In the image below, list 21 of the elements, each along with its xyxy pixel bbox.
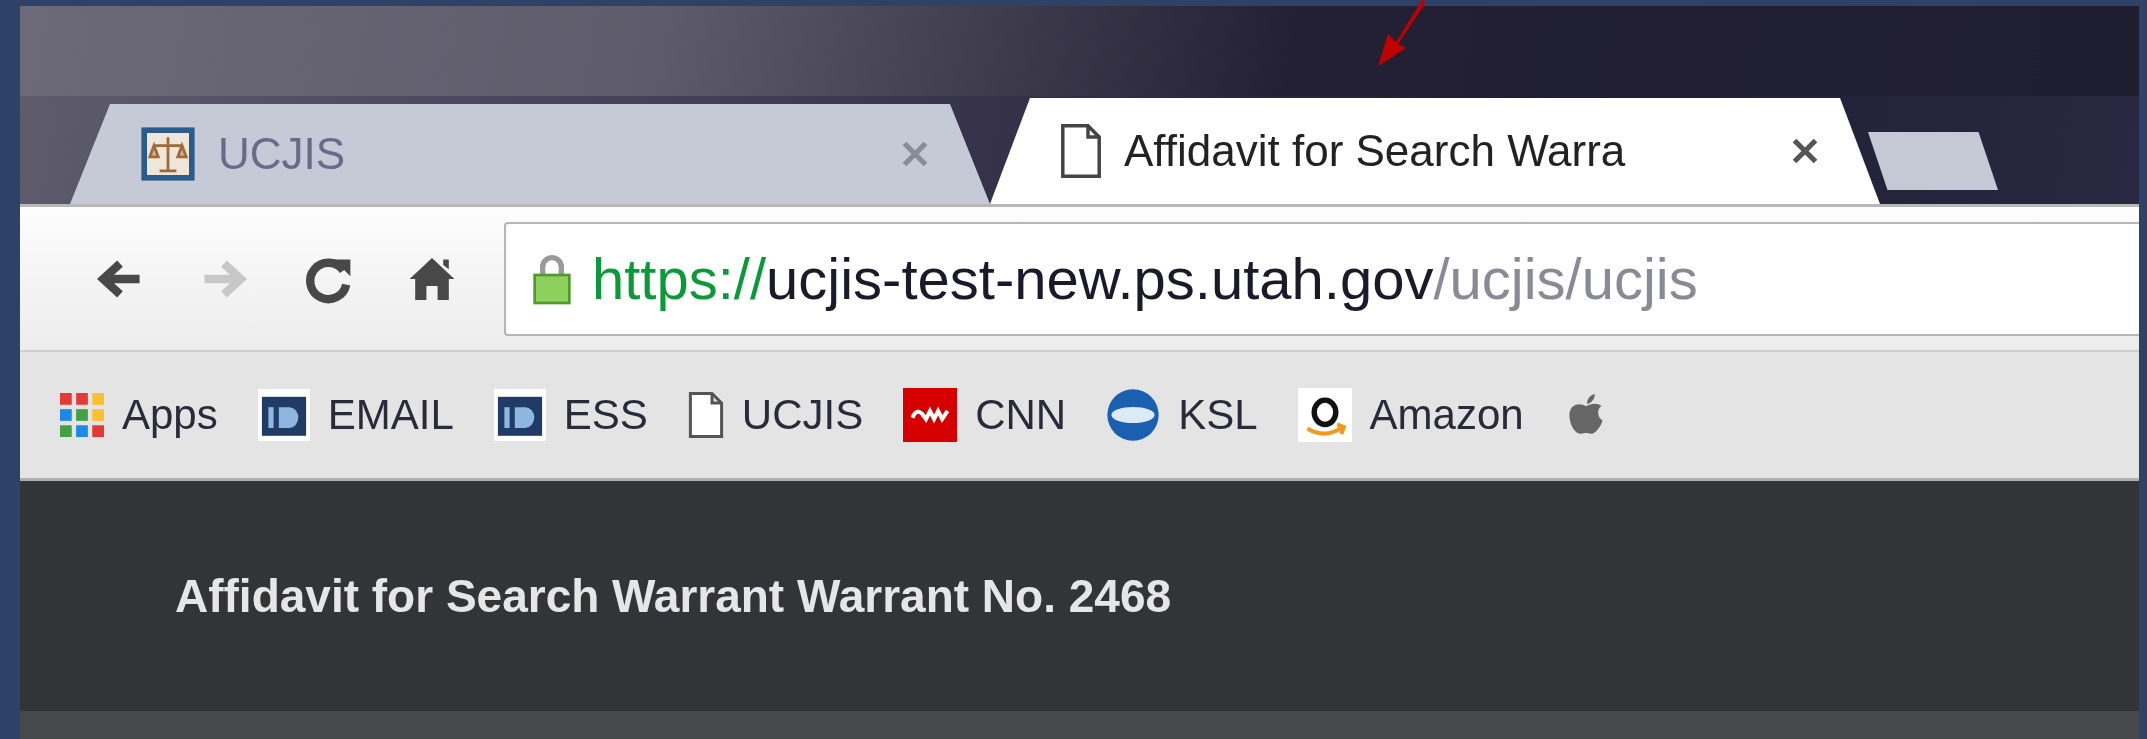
bookmark[interactable]: ESS — [493, 389, 648, 441]
id-card-icon — [257, 389, 310, 441]
news-logo-icon — [903, 388, 958, 442]
new-tab-button[interactable] — [1868, 132, 1998, 190]
address-bar[interactable]: https://ucjis-test-new.ps.utah.gov/ucjis/ucjis — [504, 221, 2139, 336]
apps-grid-icon — [60, 393, 104, 437]
round-logo-icon — [1106, 388, 1161, 442]
page-title: Affidavit for Search Warrant Warrant No. 2468 — [175, 569, 1172, 623]
id-card-icon — [493, 389, 546, 441]
bookmark[interactable]: CNN — [903, 388, 1067, 442]
page-icon — [687, 391, 724, 439]
page-icon — [1060, 123, 1102, 179]
bookmark[interactable]: UCJIS — [687, 391, 864, 439]
url-text: https://ucjis-test-new.ps.utah.gov/ucjis/ucjis — [592, 245, 1698, 312]
browser-tab[interactable]: Affidavit for Search Warra — [990, 98, 1880, 204]
scales-icon — [140, 126, 196, 182]
bookmark[interactable]: Apps — [60, 391, 218, 439]
bookmark[interactable]: Amazon — [1297, 388, 1524, 442]
close-icon[interactable] — [1790, 136, 1820, 166]
bookmark[interactable]: KSL — [1106, 388, 1258, 442]
bookmark[interactable]: EMAIL — [257, 389, 454, 441]
